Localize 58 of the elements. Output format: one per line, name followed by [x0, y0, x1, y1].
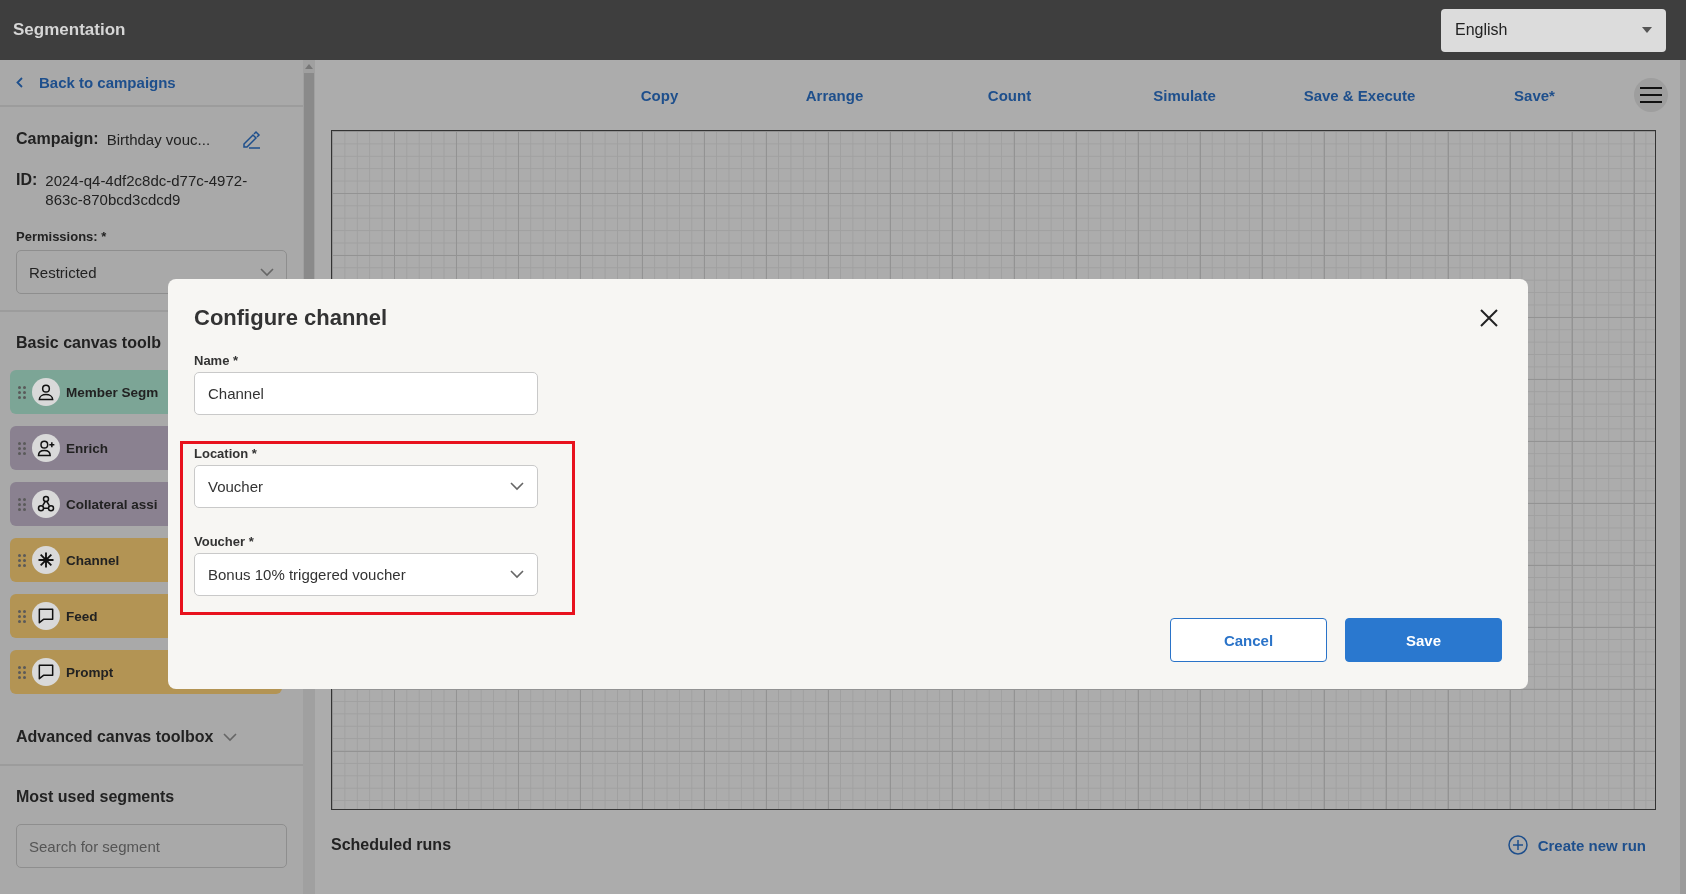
section-title: Most used segments: [16, 788, 176, 806]
close-icon: [1480, 309, 1498, 327]
chevron-down-icon: [510, 570, 524, 579]
toolbar-button[interactable]: Count: [983, 82, 1036, 108]
dialog-title: Configure channel: [194, 305, 388, 331]
chat-bubble-icon: [36, 606, 56, 626]
toolbar-button[interactable]: Simulate: [1149, 82, 1220, 108]
scroll-up-arrow-icon[interactable]: [305, 64, 313, 69]
back-link[interactable]: Back to campaigns: [0, 60, 192, 105]
field-label: Name *: [194, 353, 240, 368]
app-title: Segmentation: [13, 20, 126, 40]
edit-pencil-icon[interactable]: [240, 129, 261, 149]
section-title: Scheduled runs: [331, 836, 452, 854]
select-field[interactable]: Voucher: [194, 465, 538, 508]
permissions-label: Permissions: *: [16, 229, 108, 244]
nodes-icon: [36, 494, 56, 514]
caret-icon: [1642, 27, 1652, 33]
plus-circle-icon: [1507, 835, 1528, 855]
toolbar-button[interactable]: Save & Execute: [1299, 82, 1420, 108]
select-field[interactable]: Bonus 10% triggered voucher: [194, 553, 538, 596]
menu-icon: [1640, 87, 1662, 103]
expand-chevron-icon: [223, 732, 238, 742]
section-title: Basic canvas toolb: [16, 334, 162, 352]
toolbox-item[interactable]: Member Segm: [10, 370, 168, 414]
save-button[interactable]: Save: [1345, 618, 1502, 662]
drag-handle-icon[interactable]: [18, 385, 26, 399]
id-label: ID:: [16, 171, 38, 190]
chevron-down-icon: [260, 267, 274, 277]
toolbar-button[interactable]: Save*: [1510, 82, 1559, 108]
toolbox-item[interactable]: Feed: [10, 594, 168, 638]
campaign-id: 2024-q4-4df2c8dc-d77c-4972-863c-870bcd3cdcd9: [45, 171, 249, 209]
campaign-label: Campaign:: [16, 130, 99, 148]
chevron-left-icon: [16, 77, 23, 88]
campaign-name: Birthday vouc...: [106, 130, 212, 148]
field-label: Location *: [194, 446, 258, 461]
create-run-link[interactable]: Create new run: [1507, 835, 1646, 855]
toolbox-item[interactable]: Channel: [10, 538, 168, 582]
field-label: Voucher *: [194, 534, 255, 549]
toolbox-item[interactable]: Enrich: [10, 426, 168, 470]
chat-bubble-icon: [36, 662, 56, 682]
name-input[interactable]: Channel: [194, 372, 538, 415]
section-title[interactable]: Advanced canvas toolbox: [16, 728, 214, 746]
add-person-icon: [36, 438, 56, 458]
drag-handle-icon[interactable]: [18, 609, 26, 623]
toolbar-button[interactable]: Copy: [636, 82, 683, 108]
cancel-button[interactable]: Cancel: [1170, 618, 1327, 662]
drag-handle-icon[interactable]: [18, 497, 26, 511]
asterisk-icon: [36, 550, 56, 570]
drag-handle-icon[interactable]: [18, 665, 26, 679]
drag-handle-icon[interactable]: [18, 441, 26, 455]
drag-handle-icon[interactable]: [18, 553, 26, 567]
toolbar-button[interactable]: Arrange: [801, 82, 868, 108]
search-field[interactable]: Search for segment: [16, 824, 287, 868]
language-select[interactable]: English: [1441, 8, 1666, 52]
toolbox-item[interactable]: Collateral assi: [10, 482, 168, 526]
menu-button[interactable]: [1634, 78, 1668, 112]
chevron-down-icon: [510, 482, 524, 491]
person-icon: [36, 382, 56, 402]
